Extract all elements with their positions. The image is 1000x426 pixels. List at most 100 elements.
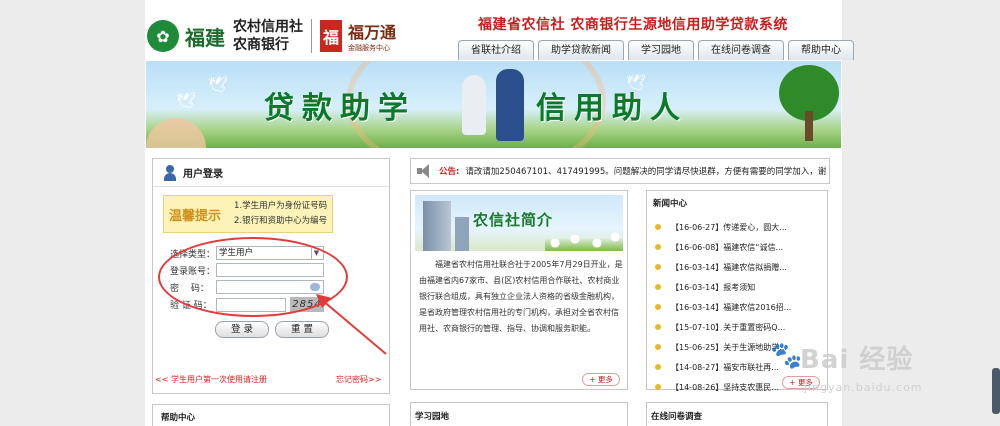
tree-illustration (771, 61, 841, 148)
news-item-text: 【16-06-08】福建农信“诚信... (671, 242, 784, 252)
rural-credit-logo-icon: ✿ (147, 20, 179, 52)
logo-divider (311, 19, 312, 53)
user-type-label: 选择类型： (170, 249, 216, 260)
speaker-icon (417, 164, 435, 178)
news-item-text: 【16-03-14】报考须知 (671, 282, 756, 292)
news-item[interactable]: 【16-03-14】福建农信拟捐赠... (655, 257, 823, 277)
students-illustration (456, 69, 536, 145)
study-panel: 学习园地 (410, 402, 628, 426)
nav-tab-survey[interactable]: 在线问卷调查 (698, 40, 784, 60)
news-item-text: 【16-06-27】传递爱心，圆大... (671, 222, 787, 232)
news-title: 新闻中心 (653, 199, 688, 209)
fuwantong-logo-icon: 福 (320, 20, 342, 52)
reset-button[interactable]: 重 置 (275, 321, 329, 338)
user-type-row: 选择类型： 学生用户 ▼ (170, 246, 324, 260)
about-banner-image: 农信社简介 (415, 195, 623, 251)
student-figure (462, 75, 486, 135)
about-panel: 农信社简介 福建省农村信用社联合社于2005年7月29日开业，是由福建省内67家… (410, 190, 628, 390)
banner-slogan-right: 信用助人 (536, 91, 688, 126)
page-gutter (0, 0, 145, 426)
news-item[interactable]: 【15-07-10】关于重置密码Q... (655, 317, 823, 337)
news-item-text: 【16-03-14】福建农信2016招... (671, 302, 792, 312)
logo-brand-sub: 金融服务中心 (348, 44, 390, 52)
soft-keyboard-icon[interactable] (310, 283, 320, 291)
tips-text: 1.学生用户为身份证号码 2.银行和资助中心为编号 (234, 199, 327, 229)
logo-region: 福建 (185, 25, 225, 50)
password-row: 密 码： (170, 280, 324, 294)
news-more-button[interactable]: + 更多 (782, 376, 820, 389)
about-title: 农信社简介 (473, 211, 554, 229)
tips-line: 2.银行和资助中心为编号 (234, 216, 328, 226)
bullet-icon (655, 244, 661, 250)
flowers-illustration (545, 225, 623, 251)
tree-trunk (805, 111, 813, 141)
hands-decoration (146, 118, 206, 148)
news-more-label: 更多 (797, 378, 813, 387)
bullet-icon (655, 264, 661, 270)
forgot-password-link[interactable]: 忘记密码>> (336, 374, 381, 385)
hero-banner: 🕊 🕊 🕊 贷款助学 信用助人 (146, 61, 841, 148)
about-body: 福建省农村信用社联合社于2005年7月29日开业，是由福建省内67家市、县(区)… (419, 260, 623, 333)
bullet-icon (655, 304, 661, 310)
bullet-icon (655, 224, 661, 230)
account-input[interactable] (216, 263, 324, 277)
survey-panel: 在线问卷调查 (646, 402, 828, 426)
announcement-bar: 公告: 请改请加250467101、417491995。问题解决的同学请尽快退群… (410, 158, 830, 184)
about-more-button[interactable]: + 更多 (582, 373, 620, 386)
news-item-text: 【15-07-10】关于重置密码Q... (671, 322, 786, 332)
dove-icon: 🕊 (208, 75, 229, 94)
logo-brand-name: 福万通 (348, 23, 397, 42)
user-type-value: 学生用户 (219, 248, 254, 258)
nav-tab-loan-news[interactable]: 助学贷款新闻 (538, 40, 624, 60)
news-item[interactable]: 【16-03-14】报考须知 (655, 277, 823, 297)
site-logo[interactable]: ✿ 福建 农村信用社 农商银行 福 福万通 金融服务中心 (147, 14, 437, 58)
password-input[interactable] (216, 280, 324, 294)
building-illustration (455, 217, 469, 251)
captcha-label: 验 证 码： (170, 301, 212, 311)
building-illustration (423, 201, 451, 251)
nav-tab-about-union[interactable]: 省联社介绍 (458, 40, 534, 60)
news-item-text: 【15-06-25】关于生源地助学... (671, 342, 787, 352)
bullet-icon (655, 324, 661, 330)
news-panel: 新闻中心 【16-06-27】传递爱心，圆大... 【16-06-08】福建农信… (646, 190, 828, 392)
news-item[interactable]: 【14-08-27】福安市联社再... (655, 357, 823, 377)
main-nav: 省联社介绍 助学贷款新闻 学习园地 在线问卷调查 帮助中心 (458, 40, 854, 60)
help-center-title: 帮助中心 (161, 413, 196, 423)
help-center-panel: 帮助中心 (152, 404, 390, 426)
logo-bank-line1: 农村信用社 (233, 19, 303, 35)
study-title: 学习园地 (415, 412, 450, 422)
captcha-input[interactable] (216, 297, 286, 312)
page-scrollbar[interactable] (992, 368, 1000, 414)
password-label: 密 码： (170, 283, 209, 294)
account-row: 登录账号： (170, 263, 324, 277)
tips-label: 温馨提示 (169, 209, 222, 224)
news-item[interactable]: 【16-06-08】福建农信“诚信... (655, 237, 823, 257)
bullet-icon (655, 384, 661, 390)
user-icon (163, 164, 177, 181)
bullet-icon (655, 364, 661, 370)
news-item[interactable]: 【15-06-25】关于生源地助学... (655, 337, 823, 357)
chevron-down-icon[interactable]: ▼ (311, 247, 321, 259)
nav-tab-help[interactable]: 帮助中心 (788, 40, 854, 60)
tips-line: 1.学生用户为身份证号码 (234, 201, 328, 211)
captcha-image[interactable]: 2854 (290, 297, 324, 312)
login-title: 用户登录 (183, 169, 223, 180)
site-title: 福建省农信社 农商银行生源地信用助学贷款系统 (478, 17, 788, 33)
login-button[interactable]: 登 录 (215, 321, 269, 338)
news-item[interactable]: 【16-03-14】福建农信2016招... (655, 297, 823, 317)
nav-tab-study[interactable]: 学习园地 (628, 40, 694, 60)
news-item-text: 【14-08-27】福安市联社再... (671, 362, 779, 372)
news-item[interactable]: 【16-06-27】传递爱心，圆大... (655, 217, 823, 237)
user-type-select[interactable]: 学生用户 ▼ (216, 246, 324, 260)
news-item-text: 【14-08-26】坚持支农惠民... (671, 382, 779, 392)
tips-box: 温馨提示 1.学生用户为身份证号码 2.银行和资助中心为编号 (163, 195, 333, 233)
bullet-icon (655, 284, 661, 290)
bullet-icon (655, 344, 661, 350)
news-list: 【16-06-27】传递爱心，圆大... 【16-06-08】福建农信“诚信..… (655, 217, 823, 397)
logo-bank-name: 农村信用社 农商银行 (233, 18, 303, 54)
logo-bank-line2: 农商银行 (233, 37, 289, 53)
account-label: 登录账号： (170, 266, 216, 277)
register-link[interactable]: << 学生用户第一次使用请注册 (155, 374, 267, 385)
announcement-text[interactable]: 请改请加250467101、417491995。问题解决的同学请尽快退群，方便有… (465, 165, 826, 177)
logo-brand: 福万通 金融服务中心 (348, 19, 396, 53)
